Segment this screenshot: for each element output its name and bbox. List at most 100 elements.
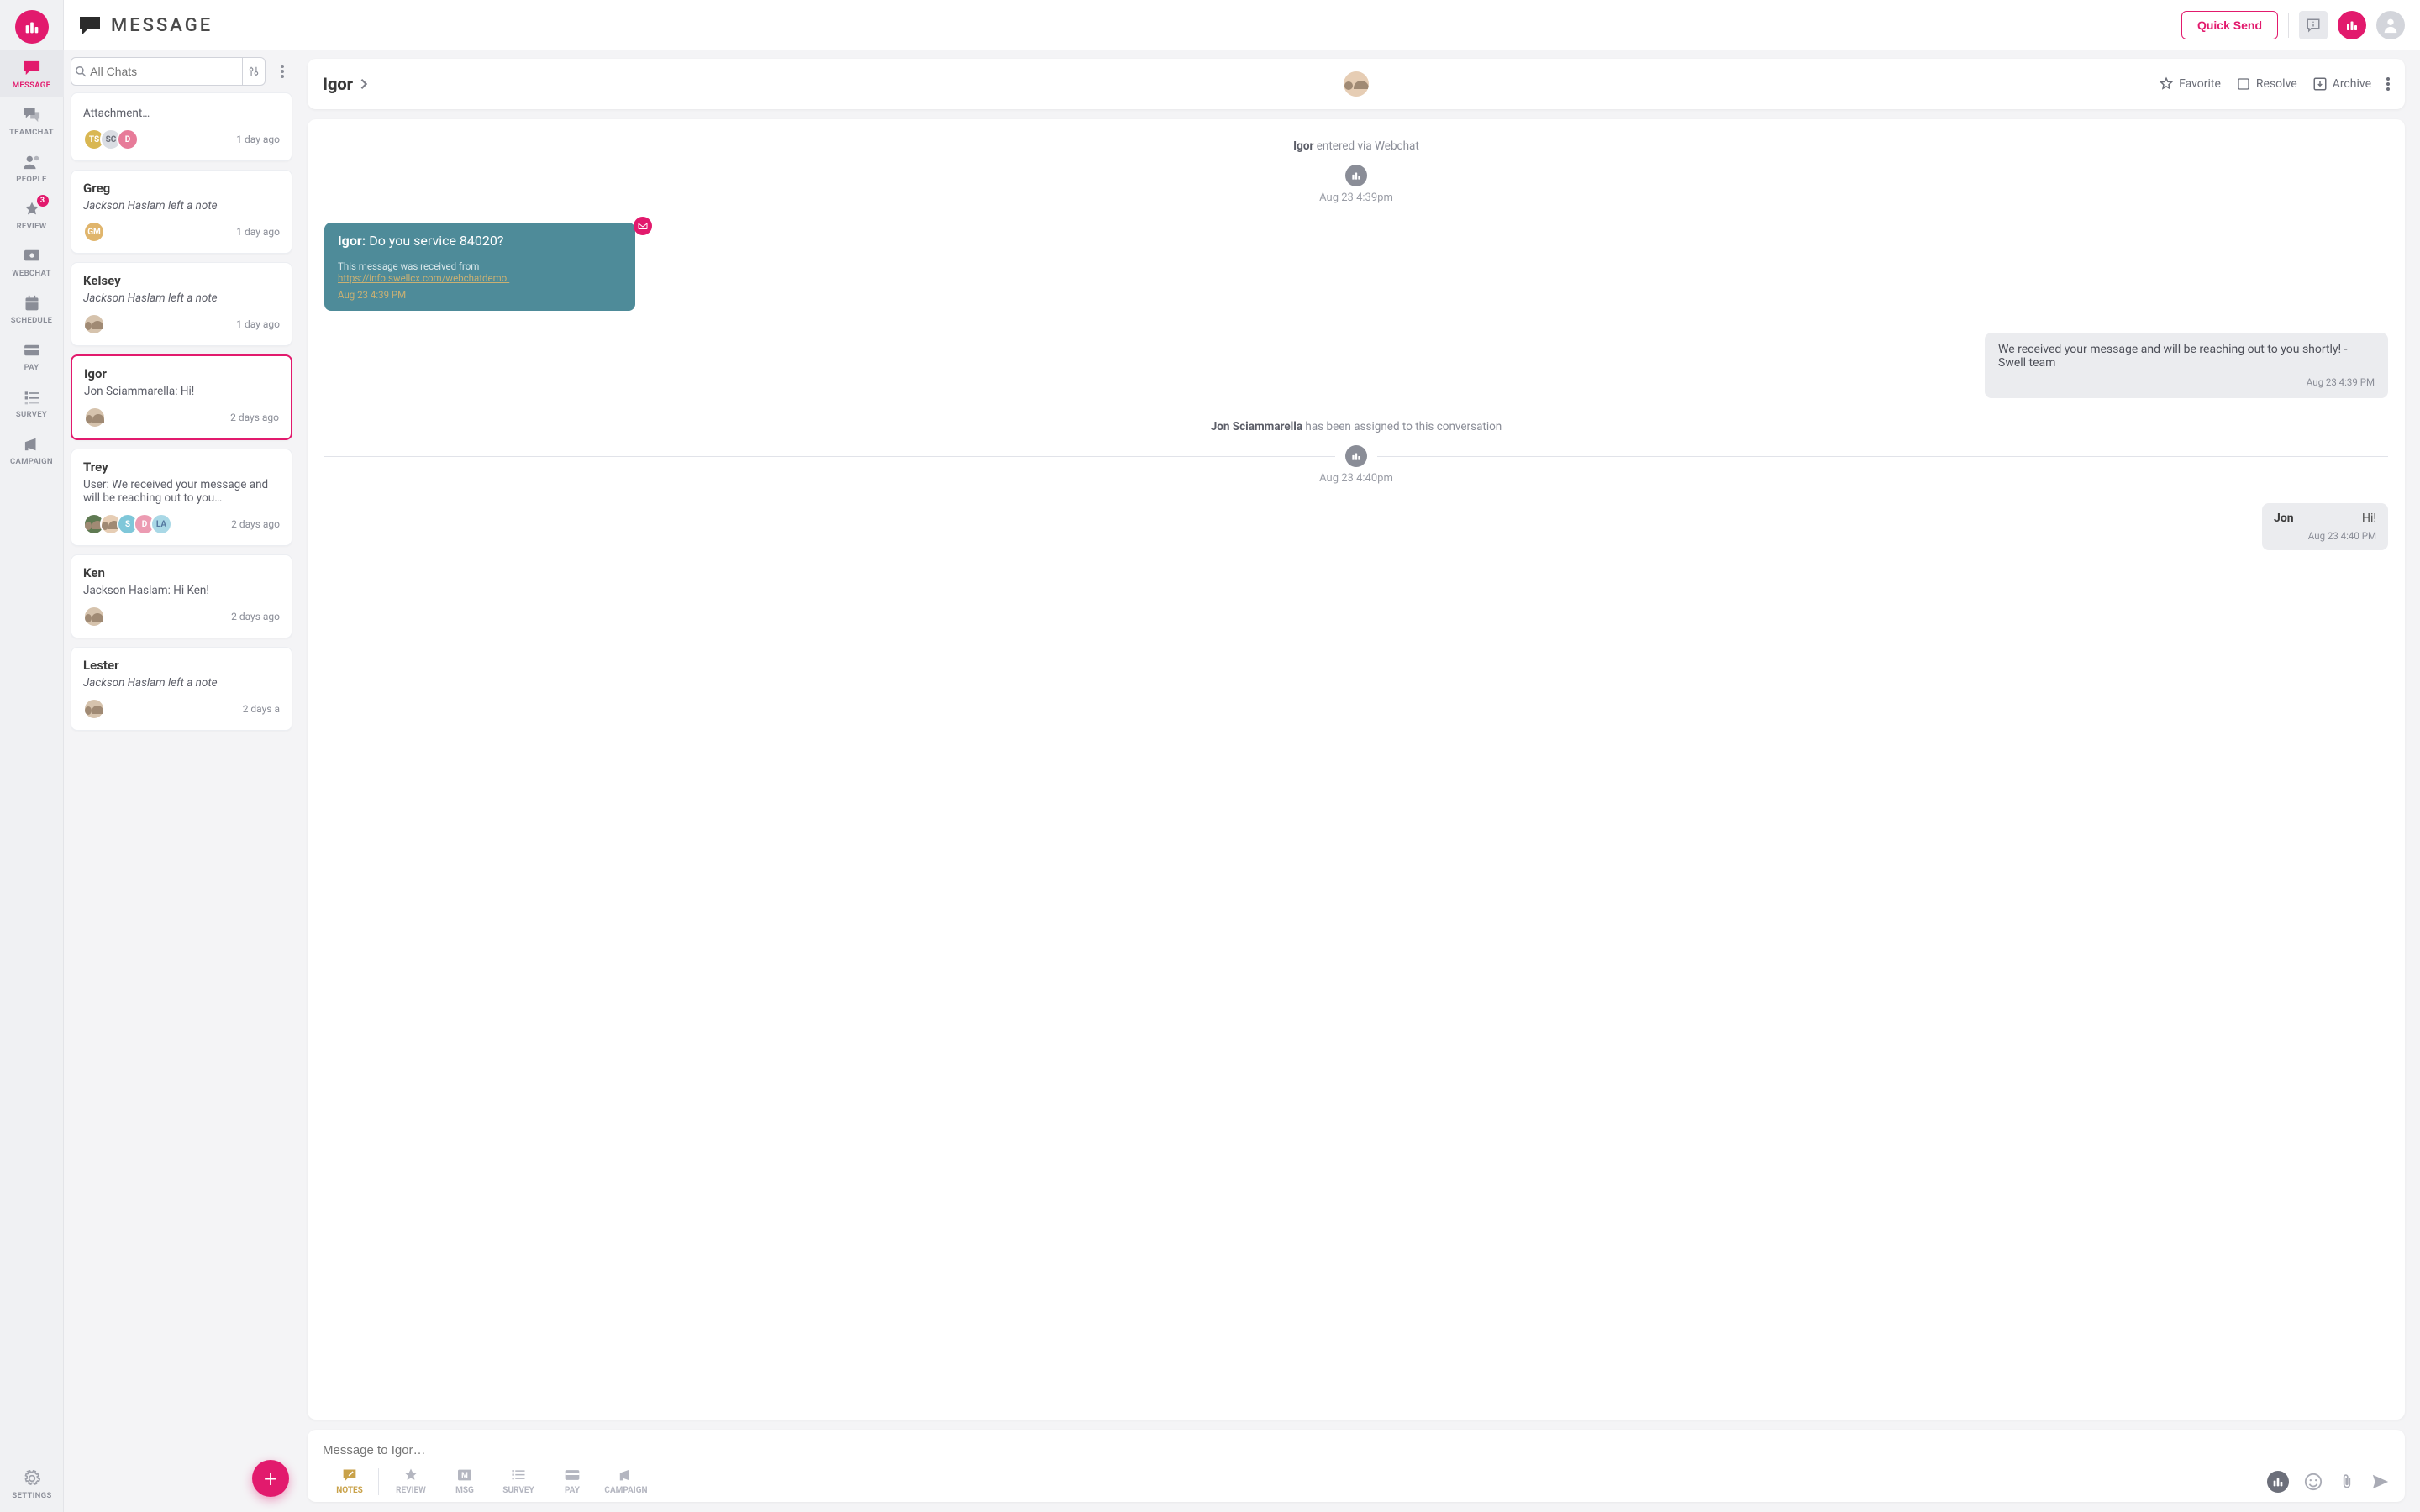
star-outline-icon <box>2159 76 2174 92</box>
star-fill-icon <box>402 1467 420 1483</box>
composer-tab-notes[interactable]: NOTES <box>323 1467 376 1495</box>
conversation-card[interactable]: Ken Jackson Haslam: Hi Ken! 2 days ago <box>71 554 292 638</box>
message-icon <box>23 59 41 77</box>
nav-settings[interactable]: SETTINGS <box>0 1465 64 1512</box>
conversation-avatars: GM <box>83 221 100 243</box>
archive-button[interactable]: Archive <box>2312 76 2371 92</box>
conversation-name: Igor <box>84 366 279 381</box>
agent-message-row: JonHi! Aug 23 4:40 PM <box>324 503 2388 550</box>
outgoing-message: We received your message and will be rea… <box>1985 333 2388 398</box>
user-avatar[interactable] <box>2376 11 2405 39</box>
conversation-time: 1 day ago <box>236 226 280 238</box>
event-assigned-time: Aug 23 4:40pm <box>324 472 2388 485</box>
survey-icon <box>23 388 41 407</box>
nav-schedule[interactable]: SCHEDULE <box>0 286 64 333</box>
conversation-card[interactable]: Greg Jackson Haslam left a note GM 1 day ag… <box>71 170 292 254</box>
teamchat-icon <box>23 106 41 124</box>
list-menu-button[interactable] <box>272 65 292 78</box>
send-icon[interactable] <box>2371 1473 2390 1491</box>
conversation-time: 1 day ago <box>236 134 280 145</box>
thread-contact-name[interactable]: Igor <box>323 74 353 94</box>
search-input[interactable] <box>90 65 242 78</box>
conversation-card[interactable]: Attachment…TSSCD1 day ago <box>71 92 292 161</box>
conversation-avatars <box>83 606 100 627</box>
emoji-icon[interactable] <box>2304 1473 2323 1491</box>
gear-icon <box>23 1469 41 1488</box>
favorite-button[interactable]: Favorite <box>2159 76 2221 92</box>
thread-menu-button[interactable] <box>2386 77 2390 91</box>
brand-shortcut[interactable] <box>2338 11 2366 39</box>
notes-toggle-button[interactable] <box>2299 11 2328 39</box>
conversation-card[interactable]: Igor Jon Sciammarella: Hi! 2 days ago <box>71 354 292 440</box>
incoming-message-row: Igor: Do you service 84020? This message… <box>324 223 2388 311</box>
conversation-preview: User: We received your message and will … <box>83 478 280 505</box>
conversation-card[interactable]: Trey User: We received your message and w… <box>71 449 292 546</box>
search-icon <box>71 66 90 77</box>
nav-message[interactable]: MESSAGE <box>0 50 64 97</box>
event-entered: Igor entered via Webchat <box>324 139 2388 153</box>
conversation-list-header <box>64 50 299 92</box>
conversation-preview: Jackson Haslam left a note <box>83 199 280 213</box>
conversation-name: Trey <box>83 459 280 475</box>
conversation-preview: Jackson Haslam left a note <box>83 676 280 690</box>
topbar: MESSAGE Quick Send <box>64 0 2420 50</box>
composer-tab-msg[interactable]: M MSG <box>438 1467 492 1495</box>
agent-message: JonHi! Aug 23 4:40 PM <box>2262 503 2388 550</box>
conversation-time: 2 days ago <box>231 611 280 622</box>
event-entered-time: Aug 23 4:39pm <box>324 192 2388 204</box>
conversation-time: 2 days ago <box>230 412 279 423</box>
brand-logo[interactable] <box>15 10 49 44</box>
brand-attach-icon[interactable] <box>2267 1471 2289 1493</box>
nav-review[interactable]: 3 REVIEW <box>0 192 64 239</box>
brand-divider-badge-2 <box>1345 445 1367 467</box>
svg-text:M: M <box>461 1472 468 1480</box>
thread-body[interactable]: Igor entered via Webchat Aug 23 4:39pm I… <box>308 119 2405 1420</box>
new-conversation-fab[interactable]: + <box>252 1460 289 1497</box>
nav-survey[interactable]: SURVEY <box>0 380 64 427</box>
composer-tab-review[interactable]: REVIEW <box>384 1467 438 1495</box>
nav-pay[interactable]: PAY <box>0 333 64 380</box>
topbar-divider <box>2288 13 2289 38</box>
message-input[interactable] <box>323 1438 2390 1467</box>
composer-tab-pay[interactable]: PAY <box>545 1467 599 1495</box>
conversation-name: Greg <box>83 181 280 196</box>
nav-people[interactable]: PEOPLE <box>0 144 64 192</box>
nav-webchat[interactable]: WEBCHAT <box>0 239 64 286</box>
avatar: D <box>117 129 139 150</box>
avatar <box>83 606 105 627</box>
conversation-card[interactable]: LesterJackson Haslam left a note2 days a <box>71 647 292 731</box>
incoming-message: Igor: Do you service 84020? This message… <box>324 223 635 311</box>
conversation-card[interactable]: KelseyJackson Haslam left a note1 day ag… <box>71 262 292 346</box>
webchat-icon <box>23 247 41 265</box>
message-source-link[interactable]: https://info.swellcx.com/webchatdemo. <box>338 272 509 284</box>
attachment-icon[interactable] <box>2338 1473 2356 1491</box>
quick-send-button[interactable]: Quick Send <box>2181 11 2278 39</box>
thread-header: Igor Favorite Resolve <box>308 59 2405 109</box>
event-assigned: Jon Sciammarella has been assigned to th… <box>324 420 2388 433</box>
page-title: MESSAGE <box>111 15 213 36</box>
checkbox-icon <box>2236 76 2251 92</box>
avatar: LA <box>150 513 172 535</box>
composer: NOTES REVIEW M MSG SURVEY PAY <box>308 1430 2405 1502</box>
filter-button[interactable] <box>242 58 265 85</box>
composer-tab-campaign[interactable]: CAMPAIGN <box>599 1467 653 1495</box>
resolve-button[interactable]: Resolve <box>2236 76 2297 92</box>
card-icon <box>563 1467 581 1483</box>
nav-campaign[interactable]: CAMPAIGN <box>0 427 64 474</box>
archive-icon <box>2312 76 2328 92</box>
conversation-preview: Attachment… <box>83 107 280 120</box>
conversation-preview: Jon Sciammarella: Hi! <box>84 385 279 398</box>
megaphone-icon <box>23 435 41 454</box>
nav-teamchat[interactable]: TEAMCHAT <box>0 97 64 144</box>
people-icon <box>23 153 41 171</box>
speech-bubble-icon <box>79 16 101 34</box>
conversation-time: 2 days a <box>243 703 280 715</box>
thread-avatar[interactable] <box>1344 71 1369 97</box>
composer-tab-survey[interactable]: SURVEY <box>492 1467 545 1495</box>
conversation-list[interactable]: Attachment…TSSCD1 day agoGregJackson Has… <box>64 92 299 1512</box>
divider-row-2 <box>324 445 2388 467</box>
chevron-right-icon[interactable] <box>360 78 368 90</box>
conversation-preview: Jackson Haslam: Hi Ken! <box>83 584 280 597</box>
notes-icon <box>340 1467 359 1483</box>
conversation-name: Ken <box>83 565 280 580</box>
